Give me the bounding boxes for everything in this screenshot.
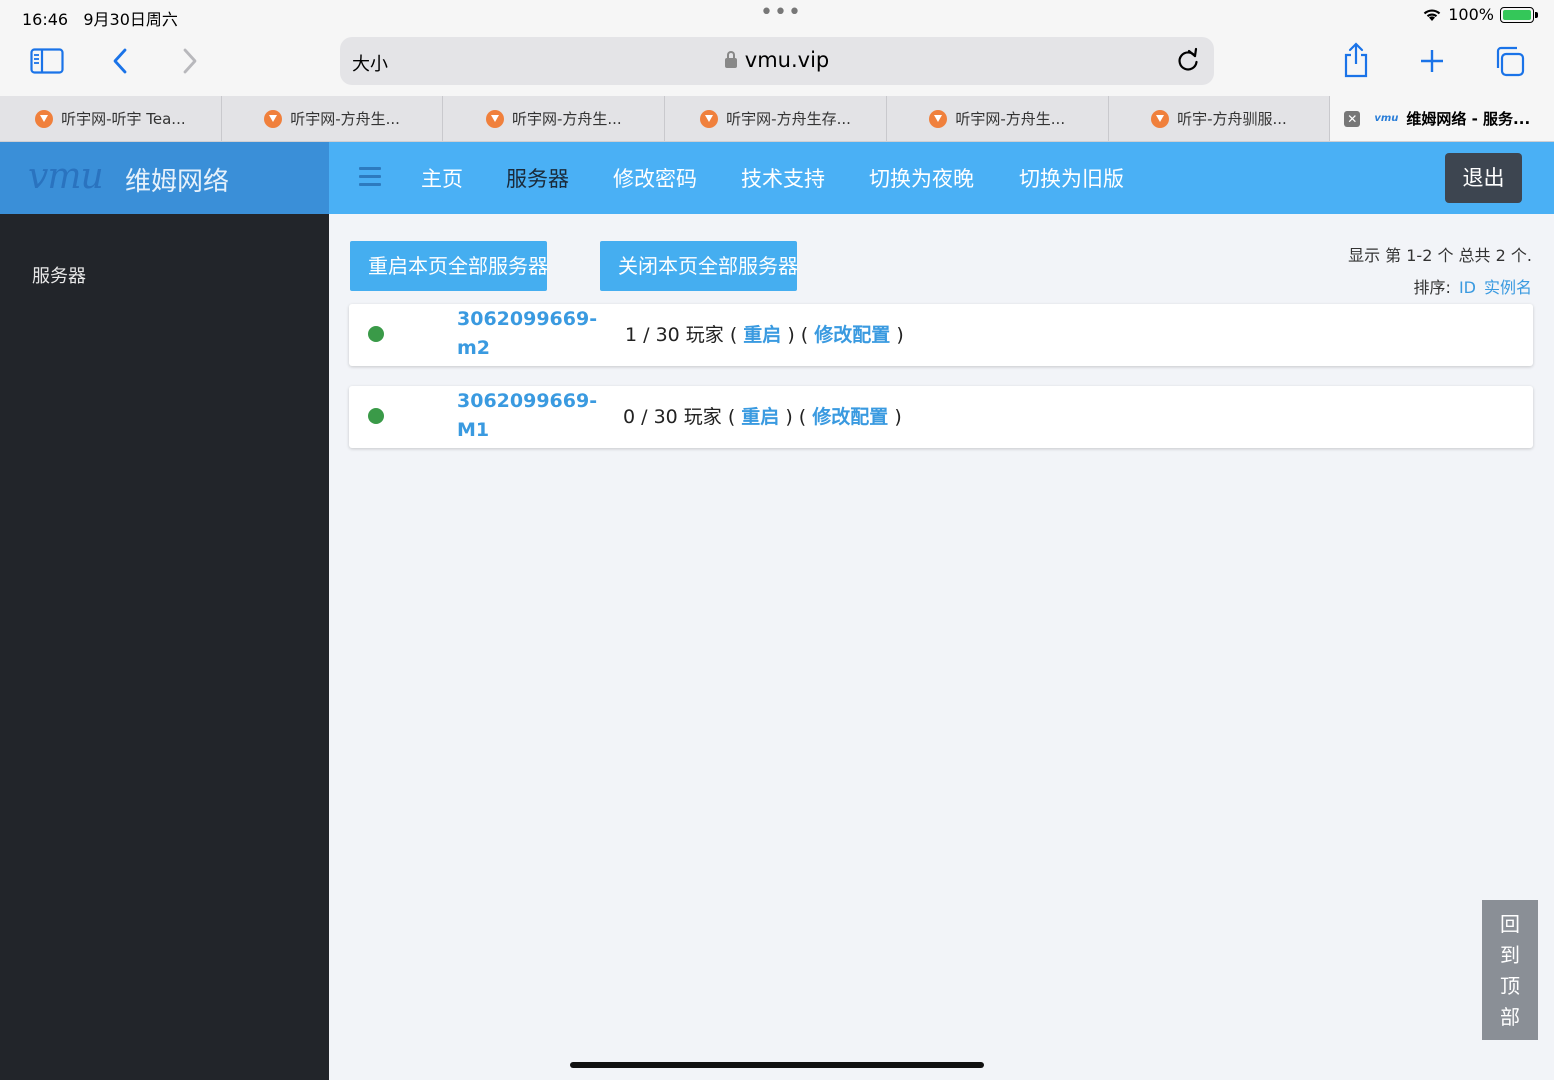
close-all-button[interactable]: 关闭本页全部服务器: [600, 241, 797, 291]
server-status: 1 / 30 玩家 ( 重启 ) ( 修改配置 ): [625, 320, 904, 347]
separator-text: ) (: [787, 324, 809, 346]
browser-tab-strip: 听宇网-听宇 Tea... 听宇网-方舟生... 听宇网-方舟生... 听宇网-…: [0, 96, 1554, 142]
paren-text: ): [896, 324, 904, 346]
main-content: 重启本页全部服务器 关闭本页全部服务器 显示 第 1-2 个 总共 2 个. 排…: [329, 214, 1554, 1080]
sidebar-toggle-icon[interactable]: [30, 48, 64, 74]
browser-tab[interactable]: 听宇网-方舟生存...: [665, 96, 887, 141]
sort-label: 排序:: [1413, 278, 1451, 297]
edit-config-link[interactable]: 修改配置: [814, 324, 890, 346]
nav-home[interactable]: 主页: [421, 163, 463, 193]
battery-icon: [1500, 6, 1538, 23]
new-tab-icon[interactable]: [1419, 48, 1445, 74]
tingyu-favicon-icon: [35, 109, 54, 128]
back-icon[interactable]: [110, 47, 130, 75]
restart-link[interactable]: 重启: [741, 406, 779, 428]
top-navbar: 主页 服务器 修改密码 技术支持 切换为夜晚 切换为旧版 退出: [329, 142, 1554, 214]
online-status-icon: [368, 326, 384, 342]
sort-controls: 排序: ID 实例名: [1414, 274, 1532, 298]
browser-tab[interactable]: 听宇网-方舟生...: [222, 96, 444, 141]
pagination-summary: 显示 第 1-2 个 总共 2 个.: [1348, 246, 1532, 265]
server-id-link[interactable]: 3062099669- m2: [457, 305, 597, 363]
url-display[interactable]: vmu.vip: [340, 48, 1214, 72]
nav-change-password[interactable]: 修改密码: [613, 163, 697, 193]
status-time: 16:46 9月30日周六: [22, 10, 178, 29]
status-bar: 16:46 9月30日周六 ••• 100%: [0, 0, 1554, 32]
browser-tab[interactable]: 听宇网-听宇 Tea...: [0, 96, 222, 141]
multitasking-dots-icon[interactable]: •••: [760, 0, 802, 25]
sort-by-name-link[interactable]: 实例名: [1484, 278, 1532, 297]
restart-link[interactable]: 重启: [743, 324, 781, 346]
sidebar-item-servers[interactable]: 服务器: [32, 262, 86, 288]
separator-text: ) (: [785, 406, 807, 428]
paren-text: ): [894, 406, 902, 428]
home-indicator[interactable]: [570, 1062, 984, 1068]
nav-servers[interactable]: 服务器: [506, 163, 569, 193]
brand-logo: vmu: [28, 156, 104, 197]
menu-toggle-icon[interactable]: [359, 167, 381, 187]
browser-toolbar: 大小 vmu.vip: [0, 32, 1554, 96]
player-count: 0 / 30 玩家 (: [623, 406, 736, 428]
nav-old-version[interactable]: 切换为旧版: [1019, 163, 1124, 193]
logout-button[interactable]: 退出: [1445, 153, 1522, 203]
player-count: 1 / 30 玩家 (: [625, 324, 738, 346]
server-id-link[interactable]: 3062099669- M1: [457, 387, 597, 445]
lock-icon: [724, 51, 737, 68]
reload-icon[interactable]: [1176, 47, 1200, 73]
tingyu-favicon-icon: [264, 109, 283, 128]
address-bar[interactable]: 大小 vmu.vip: [340, 37, 1214, 85]
sidebar: 服务器: [0, 214, 329, 1080]
tingyu-favicon-icon: [700, 109, 719, 128]
sort-by-id-link[interactable]: ID: [1459, 278, 1476, 297]
nav-tech-support[interactable]: 技术支持: [741, 163, 825, 193]
tingyu-favicon-icon: [929, 109, 948, 128]
close-tab-icon[interactable]: ✕: [1344, 110, 1361, 127]
forward-icon[interactable]: [180, 47, 200, 75]
vmu-favicon-icon: vmu: [1374, 113, 1399, 124]
tingyu-favicon-icon: [1151, 109, 1170, 128]
tab-overview-icon[interactable]: [1493, 45, 1525, 77]
server-row: 3062099669- m2 1 / 30 玩家 ( 重启 ) ( 修改配置 ): [349, 304, 1533, 366]
restart-all-button[interactable]: 重启本页全部服务器: [350, 241, 547, 291]
brand-name: 维姆网络: [125, 167, 230, 197]
back-to-top-button[interactable]: 回到顶部: [1482, 900, 1538, 1040]
browser-tab[interactable]: 听宇网-方舟生...: [887, 96, 1109, 141]
server-row: 3062099669- M1 0 / 30 玩家 ( 重启 ) ( 修改配置 ): [349, 386, 1533, 448]
nav-night-mode[interactable]: 切换为夜晚: [869, 163, 974, 193]
browser-tab-active[interactable]: ✕ vmu 维姆网络 - 服务...: [1330, 96, 1554, 141]
online-status-icon: [368, 408, 384, 424]
browser-tab[interactable]: 听宇网-方舟生...: [443, 96, 666, 141]
brand-header[interactable]: vmu 维姆网络: [0, 142, 329, 214]
tingyu-favicon-icon: [485, 109, 504, 128]
battery-percent: 100%: [1448, 5, 1494, 24]
edit-config-link[interactable]: 修改配置: [812, 406, 888, 428]
status-right: 100%: [1422, 5, 1538, 24]
wifi-icon: [1424, 8, 1441, 21]
server-status: 0 / 30 玩家 ( 重启 ) ( 修改配置 ): [623, 402, 902, 429]
share-icon[interactable]: [1342, 42, 1370, 78]
browser-tab[interactable]: 听宇-方舟驯服...: [1109, 96, 1331, 141]
